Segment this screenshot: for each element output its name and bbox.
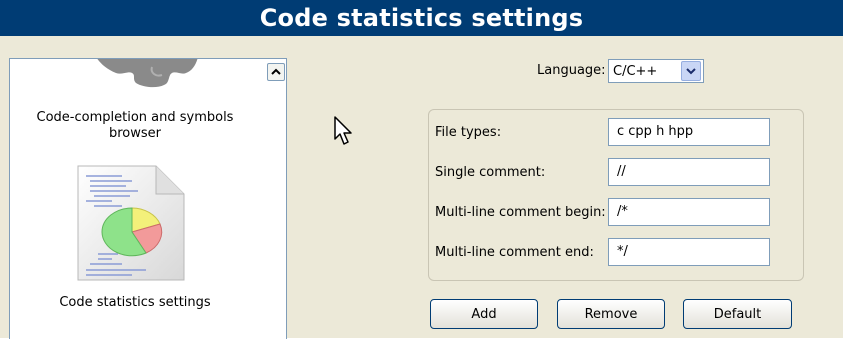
default-button[interactable]: Default: [683, 299, 792, 329]
sidebar-item-code-completion[interactable]: Code-completion and symbols browser: [10, 110, 260, 142]
file-types-label: File types:: [435, 125, 502, 140]
puzzle-icon: [97, 59, 198, 88]
multiline-begin-input[interactable]: /*: [608, 198, 770, 226]
multiline-end-input[interactable]: */: [608, 238, 770, 266]
chevron-down-icon: [686, 68, 696, 75]
sidebar-item-code-statistics[interactable]: Code statistics settings: [10, 295, 260, 311]
mouse-pointer-icon: [334, 116, 352, 145]
add-button[interactable]: Add: [430, 299, 538, 329]
page-title: Code statistics settings: [0, 0, 843, 36]
language-dropdown-button[interactable]: [681, 61, 701, 81]
single-comment-input[interactable]: //: [608, 158, 770, 186]
language-label: Language:: [537, 63, 606, 78]
multiline-begin-label: Multi-line comment begin:: [435, 205, 606, 220]
file-types-input[interactable]: c cpp h hpp: [608, 118, 770, 146]
single-comment-label: Single comment:: [435, 165, 546, 180]
settings-category-list[interactable]: Code-completion and symbols browser Code…: [9, 58, 287, 339]
chevron-up-icon: [271, 68, 281, 75]
remove-button[interactable]: Remove: [557, 299, 665, 329]
language-select[interactable]: C/C++: [608, 59, 704, 83]
language-select-value: C/C++: [613, 63, 658, 79]
multiline-end-label: Multi-line comment end:: [435, 245, 594, 260]
code-statistics-icon: [77, 165, 185, 281]
scroll-up-button[interactable]: [267, 63, 285, 81]
